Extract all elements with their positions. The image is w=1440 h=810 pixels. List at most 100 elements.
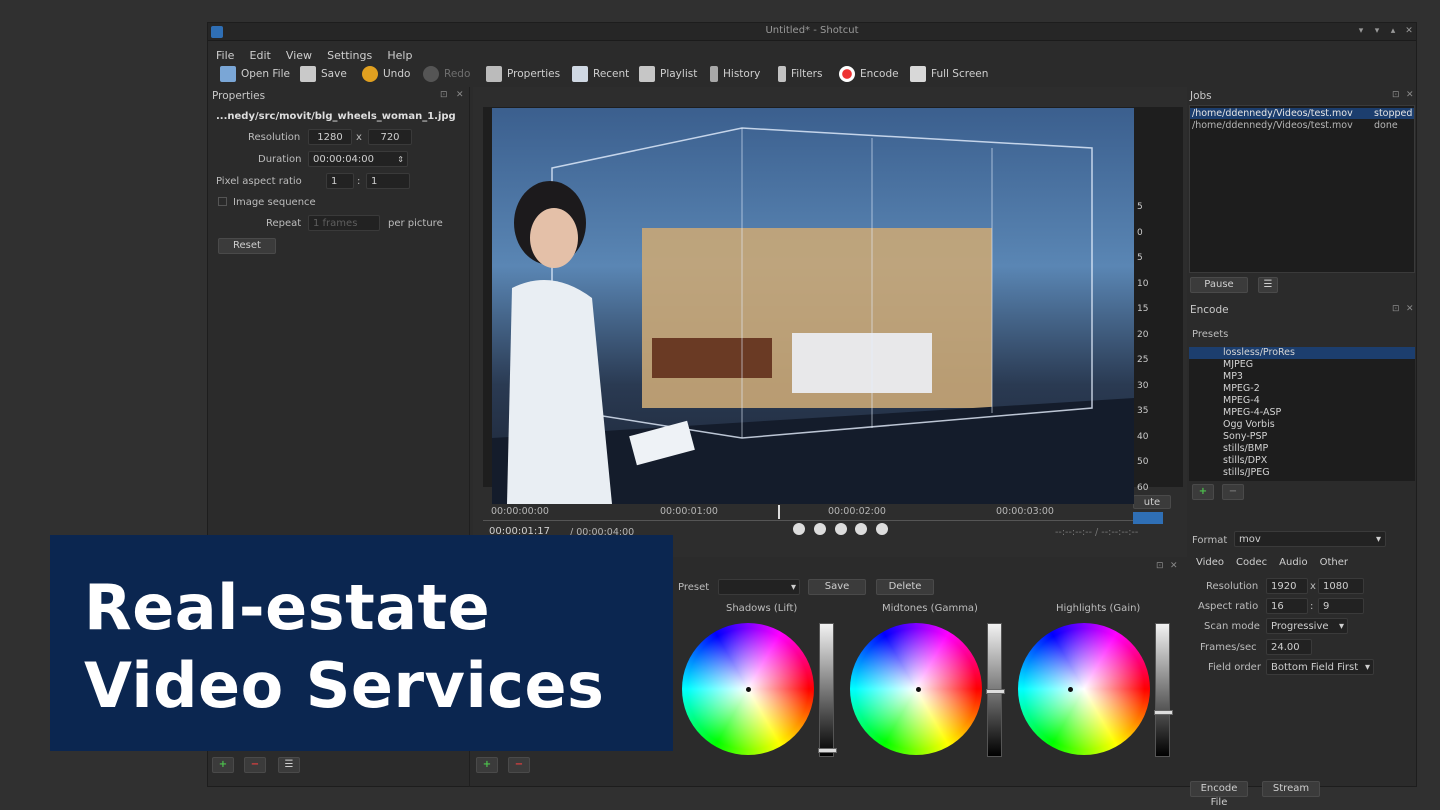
- preset-item[interactable]: Ogg Vorbis: [1189, 419, 1415, 431]
- undo-button[interactable]: Undo: [362, 64, 410, 84]
- color-delete-button[interactable]: Delete: [876, 579, 934, 595]
- aspect-num-field[interactable]: 16: [1266, 598, 1308, 614]
- preset-item[interactable]: MPEG-4: [1189, 395, 1415, 407]
- par-num-field[interactable]: 1: [326, 173, 354, 189]
- encode-button[interactable]: Encode: [839, 64, 899, 84]
- preset-item[interactable]: MPEG-4-ASP: [1189, 407, 1415, 419]
- dock-close-icon[interactable]: ✕: [1406, 304, 1414, 314]
- tab-codec[interactable]: Codec: [1236, 557, 1267, 568]
- format-select[interactable]: mov ▾: [1234, 531, 1386, 547]
- add-item-icon[interactable]: +: [476, 757, 498, 773]
- recent-button[interactable]: Recent: [572, 64, 629, 84]
- slider-handle[interactable]: [1154, 710, 1173, 715]
- encode-width-field[interactable]: 1920: [1266, 578, 1308, 594]
- timeline-ruler[interactable]: [483, 509, 1163, 521]
- tab-other[interactable]: Other: [1320, 557, 1348, 568]
- stream-button[interactable]: Stream: [1262, 781, 1320, 797]
- playhead[interactable]: [778, 505, 780, 519]
- float-icon[interactable]: ⊡: [1156, 561, 1164, 571]
- format-value: mov: [1239, 534, 1261, 545]
- shade-icon[interactable]: ▾: [1356, 26, 1366, 36]
- remove-preset-icon[interactable]: −: [1222, 484, 1244, 500]
- duration-field[interactable]: 00:00:04:00 ⇕: [308, 151, 408, 167]
- presets-list[interactable]: lossless/ProRes MJPEG MP3 MPEG-2 MPEG-4 …: [1189, 347, 1415, 481]
- preset-item[interactable]: MJPEG: [1189, 359, 1415, 371]
- preset-item[interactable]: stills/JPEG: [1189, 467, 1415, 479]
- preset-item[interactable]: Sony-PSP: [1189, 431, 1415, 443]
- minimize-icon[interactable]: ▾: [1372, 26, 1382, 36]
- skip-next-icon[interactable]: [876, 523, 888, 535]
- highlights-wheel-dot[interactable]: [1068, 686, 1073, 692]
- resolution-width-field[interactable]: 1280: [308, 129, 352, 145]
- slider-handle[interactable]: [986, 689, 1005, 694]
- highlights-wheel[interactable]: [1018, 623, 1150, 755]
- midtones-wheel[interactable]: [850, 623, 982, 755]
- midtones-wheel-dot[interactable]: [916, 686, 921, 692]
- rewind-icon[interactable]: [813, 523, 826, 535]
- shadows-wheel[interactable]: [682, 623, 814, 755]
- float-icon[interactable]: ⊡: [440, 90, 448, 100]
- dock-close-icon[interactable]: ✕: [1406, 90, 1414, 100]
- redo-button[interactable]: Redo: [423, 64, 470, 84]
- preset-item[interactable]: stills/DPX: [1189, 455, 1415, 467]
- color-preset-select[interactable]: ▾: [718, 579, 800, 595]
- filters-button[interactable]: Filters: [778, 64, 822, 84]
- preset-item[interactable]: MP3: [1189, 371, 1415, 383]
- highlights-slider[interactable]: [1154, 623, 1173, 757]
- remove-filter-icon[interactable]: −: [244, 757, 266, 773]
- preset-item[interactable]: lossless/ProRes: [1189, 347, 1415, 359]
- par-den-field[interactable]: 1: [366, 173, 410, 189]
- shadows-wheel-dot[interactable]: [745, 686, 751, 692]
- ruler-tick-1: 00:00:01:00: [660, 506, 718, 517]
- open-file-label: Open File: [241, 68, 290, 80]
- color-save-button[interactable]: Save: [808, 579, 866, 595]
- mute-button[interactable]: ute: [1133, 495, 1171, 509]
- jobs-menu-icon[interactable]: ☰: [1258, 277, 1278, 293]
- encode-height-field[interactable]: 1080: [1318, 578, 1364, 594]
- reset-button[interactable]: Reset: [218, 238, 276, 254]
- jobs-panel: Jobs ⊡ ✕ /home/ddennedy/Videos/test.mov …: [1186, 87, 1418, 317]
- dock-close-icon[interactable]: ✕: [456, 90, 464, 100]
- dock-close-icon[interactable]: ✕: [1170, 561, 1178, 571]
- add-preset-icon[interactable]: +: [1192, 484, 1214, 500]
- properties-button[interactable]: Properties: [486, 64, 560, 84]
- image-sequence-checkbox[interactable]: [218, 197, 227, 206]
- fps-field[interactable]: 24.00: [1266, 639, 1312, 655]
- jobs-list[interactable]: /home/ddennedy/Videos/test.mov stopped /…: [1189, 105, 1415, 273]
- scan-mode-select[interactable]: Progressive ▾: [1266, 618, 1348, 634]
- repeat-field[interactable]: 1 frames: [308, 215, 380, 231]
- play-icon[interactable]: [834, 523, 847, 535]
- skip-previous-icon[interactable]: [793, 523, 805, 535]
- in-out-display: --:--:--:-- / --:--:--:--: [1055, 527, 1139, 538]
- encode-file-button[interactable]: Encode File: [1190, 781, 1248, 808]
- maximize-icon[interactable]: ▴: [1388, 26, 1398, 36]
- preset-item[interactable]: stills/BMP: [1189, 443, 1415, 455]
- resolution-height-field[interactable]: 720: [368, 129, 412, 145]
- tab-video[interactable]: Video: [1196, 557, 1224, 568]
- remove-item-icon[interactable]: −: [508, 757, 530, 773]
- slider-handle[interactable]: [818, 748, 837, 753]
- volume-bar[interactable]: [1133, 512, 1163, 524]
- history-button[interactable]: History: [710, 64, 760, 84]
- close-icon[interactable]: ✕: [1404, 26, 1414, 36]
- preset-item[interactable]: MPEG-2: [1189, 383, 1415, 395]
- add-filter-icon[interactable]: +: [212, 757, 234, 773]
- fast-forward-icon[interactable]: [855, 523, 868, 535]
- list-menu-icon[interactable]: ☰: [278, 757, 300, 773]
- redo-icon: [423, 66, 439, 82]
- aspect-den-field[interactable]: 9: [1318, 598, 1364, 614]
- tab-audio[interactable]: Audio: [1279, 557, 1307, 568]
- meter-tick: 40: [1137, 431, 1149, 442]
- full-screen-button[interactable]: Full Screen: [910, 64, 988, 84]
- midtones-slider[interactable]: [986, 623, 1005, 757]
- job-status: done: [1374, 120, 1398, 131]
- save-label: Save: [321, 68, 347, 80]
- shadows-slider[interactable]: [818, 623, 837, 757]
- playlist-button[interactable]: Playlist: [639, 64, 697, 84]
- float-icon[interactable]: ⊡: [1392, 304, 1400, 314]
- save-button[interactable]: Save: [300, 64, 347, 84]
- open-file-button[interactable]: Open File: [220, 64, 290, 84]
- field-order-select[interactable]: Bottom Field First ▾: [1266, 659, 1374, 675]
- float-icon[interactable]: ⊡: [1392, 90, 1400, 100]
- pause-button[interactable]: Pause: [1190, 277, 1248, 293]
